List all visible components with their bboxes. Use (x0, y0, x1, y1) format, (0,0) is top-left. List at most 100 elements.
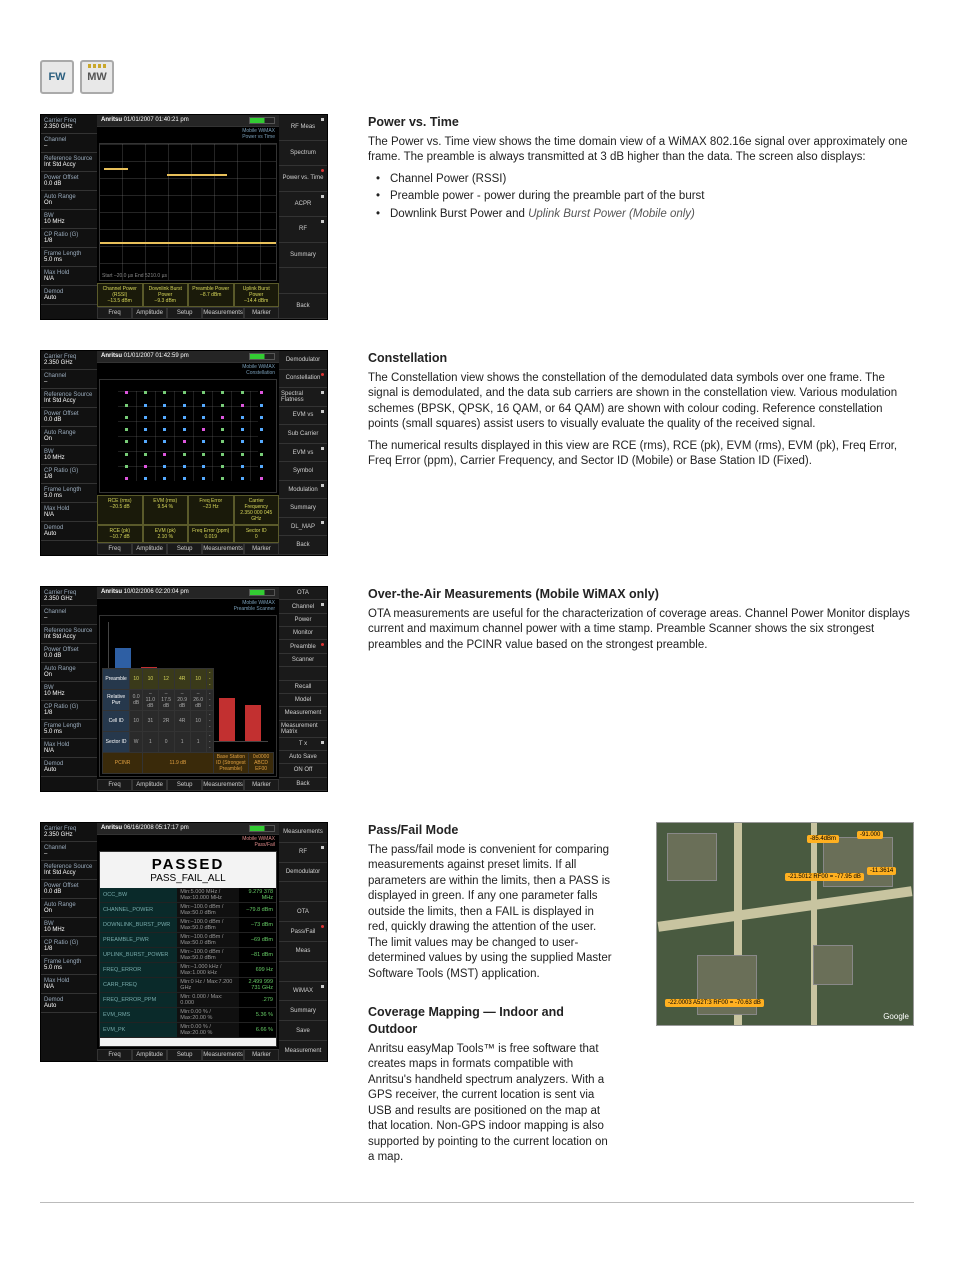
menu-demodulator[interactable]: Demodulator (279, 863, 327, 883)
menu-dl-map[interactable]: DL_MAP (279, 518, 327, 537)
readout: Freq Error–23 Hz (188, 495, 234, 525)
softkey-amplitude[interactable]: Amplitude (132, 307, 167, 319)
menu-evm-vs[interactable]: EVM vs (279, 444, 327, 463)
softkey-freq[interactable]: Freq (97, 779, 132, 791)
menu-recall[interactable]: Recall (279, 681, 327, 694)
softkey-amplitude[interactable]: Amplitude (132, 543, 167, 555)
param-reference-source: Reference SourceInt Std Accy (41, 861, 97, 880)
coverage-map: Google -85.4dBm-91.000-21.5012 RF00 = -7… (656, 822, 914, 1026)
readout: Channel Power (RSSI)–13.5 dBm (97, 283, 143, 307)
param-auto-range: Auto RangeOn (41, 899, 97, 918)
menu-measurements[interactable]: Measurements (279, 823, 327, 843)
menu-summary[interactable]: Summary (279, 499, 327, 518)
softkey-freq[interactable]: Freq (97, 543, 132, 555)
constellation-plot (99, 379, 277, 493)
menu-power[interactable]: Power (279, 614, 327, 627)
menu-wimax[interactable]: WiMAX (279, 982, 327, 1002)
menu-evm-vs[interactable]: EVM vs (279, 407, 327, 426)
pf-row-evm_rms: EVM_RMSMin:0.00 % / Max:20.00 %5.36 % (100, 1008, 276, 1023)
menu-pass-fail[interactable]: Pass/Fail (279, 922, 327, 942)
menu-ota[interactable]: OTA (279, 902, 327, 922)
readout: EVM (rms)9.54 % (143, 495, 189, 525)
param-demod: DemodAuto (41, 758, 97, 777)
menu-blank (279, 962, 327, 982)
param-demod: DemodAuto (41, 994, 97, 1013)
softkey-setup[interactable]: Setup (167, 1049, 202, 1061)
param-bw: BW10 MHz (41, 446, 97, 465)
menu-scanner[interactable]: Scanner (279, 654, 327, 667)
softkey-measurements[interactable]: Measurements (202, 307, 244, 319)
softkey-setup[interactable]: Setup (167, 543, 202, 555)
menu-blank (279, 667, 327, 680)
softkey-marker[interactable]: Marker (244, 543, 279, 555)
softkey-marker[interactable]: Marker (244, 1049, 279, 1061)
softkey-freq[interactable]: Freq (97, 307, 132, 319)
param-reference-source: Reference SourceInt Std Accy (41, 625, 97, 644)
pf-row-downlink_burst_pwr: DOWNLINK_BURST_PWRMin:–100.0 dBm / Max:5… (100, 918, 276, 933)
menu-blank (279, 882, 327, 902)
param-auto-range: Auto RangeOn (41, 427, 97, 446)
param-carrier-freq: Carrier Freq2.350 GHz (41, 587, 97, 606)
menu-summary[interactable]: Summary (279, 1001, 327, 1021)
softkey-marker[interactable]: Marker (244, 779, 279, 791)
softkey-marker[interactable]: Marker (244, 307, 279, 319)
figure-constellation: Carrier Freq2.350 GHzChannel–Reference S… (40, 350, 328, 556)
pvt-copy: Power vs. Time The Power vs. Time view s… (368, 114, 914, 224)
passfail-and-coverage-copy: Pass/Fail Mode The pass/fail mode is con… (368, 822, 616, 1172)
param-auto-range: Auto RangeOn (41, 191, 97, 210)
param-frame-length: Frame Length5.0 ms (41, 484, 97, 503)
param-channel: Channel– (41, 370, 97, 389)
softkey-measurements[interactable]: Measurements (202, 543, 244, 555)
readout: Carrier Frequency2.350 000 045 GHz (234, 495, 280, 525)
softkey-measurements[interactable]: Measurements (202, 779, 244, 791)
menu-ota[interactable]: OTA (279, 587, 327, 600)
param-channel: Channel– (41, 842, 97, 861)
softkey-setup[interactable]: Setup (167, 779, 202, 791)
menu-constellation[interactable]: Constellation (279, 370, 327, 389)
menu-rf[interactable]: RF (279, 843, 327, 863)
menu-on-off[interactable]: ON Off (279, 764, 327, 777)
menu-meas[interactable]: Meas (279, 942, 327, 962)
menu-demodulator[interactable]: Demodulator (279, 351, 327, 370)
param-power-offset: Power Offset0.0 dB (41, 172, 97, 191)
menu-back[interactable]: Back (279, 294, 327, 320)
menu-spectral-flatness[interactable]: Spectral Flatness (279, 388, 327, 407)
menu-spectrum[interactable]: Spectrum (279, 141, 327, 167)
menu-save[interactable]: Save (279, 1021, 327, 1041)
menu-sub-carrier[interactable]: Sub Carrier (279, 425, 327, 444)
softkey-setup[interactable]: Setup (167, 307, 202, 319)
param-channel: Channel– (41, 606, 97, 625)
menu-monitor[interactable]: Monitor (279, 627, 327, 640)
param-bw: BW10 MHz (41, 210, 97, 229)
pf-row-channel_power: CHANNEL_POWERMin:–100.0 dBm / Max:50.0 d… (100, 903, 276, 918)
map-measurement-tag: -91.000 (857, 831, 883, 839)
softkey-amplitude[interactable]: Amplitude (132, 1049, 167, 1061)
menu-model[interactable]: Model (279, 694, 327, 707)
battery-icon (249, 353, 275, 360)
softkey-freq[interactable]: Freq (97, 1049, 132, 1061)
menu-acpr[interactable]: ACPR (279, 192, 327, 218)
menu-modulation[interactable]: Modulation (279, 481, 327, 500)
menu-preamble[interactable]: Preamble (279, 640, 327, 653)
softkey-amplitude[interactable]: Amplitude (132, 779, 167, 791)
softkey-measurements[interactable]: Measurements (202, 1049, 244, 1061)
menu-t-x[interactable]: T x (279, 738, 327, 751)
menu-measurement[interactable]: Measurement (279, 707, 327, 720)
map-measurement-tag: -11.3614 (867, 867, 896, 875)
readout: Sector ID0 (234, 525, 280, 543)
param-cp-ratio-g-: CP Ratio (G)1/8 (41, 701, 97, 720)
menu-rf-meas[interactable]: RF Meas (279, 115, 327, 141)
menu-auto-save[interactable]: Auto Save (279, 751, 327, 764)
menu-back[interactable]: Back (279, 536, 327, 555)
menu-rf[interactable]: RF (279, 217, 327, 243)
menu-channel[interactable]: Channel (279, 600, 327, 613)
menu-power-vs-time[interactable]: Power vs. Time (279, 166, 327, 192)
menu-summary[interactable]: Summary (279, 243, 327, 269)
menu-back[interactable]: Back (279, 778, 327, 791)
menu-symbol[interactable]: Symbol (279, 462, 327, 481)
param-frame-length: Frame Length5.0 ms (41, 956, 97, 975)
param-power-offset: Power Offset0.0 dB (41, 880, 97, 899)
menu-measurement[interactable]: Measurement (279, 1041, 327, 1061)
menu-measurement-matrix[interactable]: Measurement Matrix (279, 721, 327, 738)
param-bw: BW10 MHz (41, 918, 97, 937)
